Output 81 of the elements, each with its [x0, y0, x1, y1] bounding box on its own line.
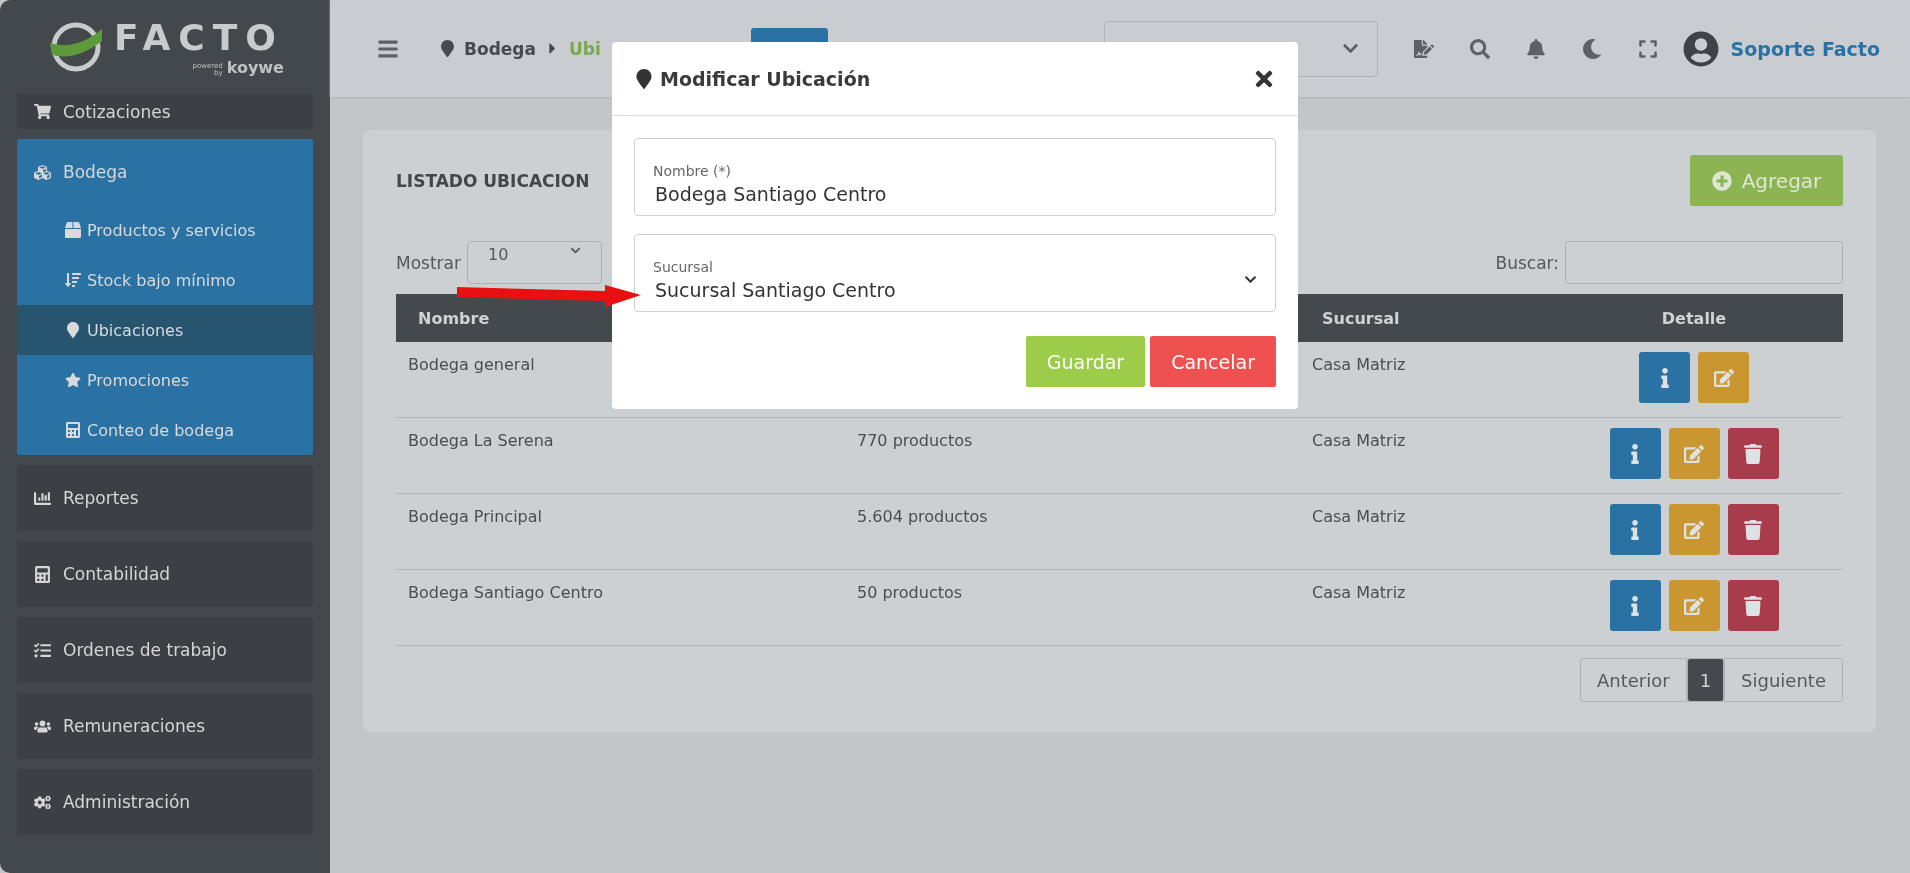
logo-text: FACTO: [114, 17, 284, 58]
edit-button[interactable]: [1668, 504, 1720, 555]
sidebar-subitem[interactable]: Conteo de bodega: [17, 405, 313, 455]
sidebar-icon: [34, 565, 51, 583]
edit-icon: [1684, 443, 1704, 464]
sidebar-icon: [34, 163, 51, 181]
page-size-select[interactable]: 10: [467, 241, 602, 284]
table-cell-text: 5.604 productos: [856, 506, 989, 526]
modal-title: Modificar Ubicación: [660, 67, 871, 90]
table-cell-text: Casa Matriz: [1311, 582, 1407, 602]
edit-icon: [1713, 367, 1734, 388]
info-button[interactable]: [1609, 580, 1661, 631]
edit-icon: [1684, 519, 1704, 540]
table-cell-text: 770 productos: [856, 430, 974, 450]
sidebar-item[interactable]: Contabilidad: [17, 541, 313, 607]
info-button[interactable]: [1609, 428, 1661, 479]
sidebar-item[interactable]: Ordenes de trabajo: [17, 617, 313, 683]
delete-button[interactable]: [1727, 580, 1779, 631]
sidebar-icon: [34, 103, 51, 120]
sidebar-icon: [34, 793, 51, 811]
table-cell-text: Bodega La Serena: [407, 430, 555, 450]
sidebar-item[interactable]: Administración: [17, 769, 313, 835]
user-name[interactable]: Soporte Facto: [1730, 37, 1880, 60]
sidebar-icon: [65, 322, 81, 338]
card-title: LISTADO UBICACION: [396, 170, 590, 191]
location-icon: [439, 40, 456, 57]
delete-button[interactable]: [1727, 504, 1779, 555]
select-field[interactable]: Sucursal Sucursal Santiago Centro: [634, 234, 1276, 312]
next-button[interactable]: Siguiente: [1724, 658, 1843, 702]
moon-icon[interactable]: [1581, 38, 1602, 59]
plus-icon: [1711, 170, 1732, 191]
edit-button[interactable]: [1668, 428, 1720, 479]
chevron-icon: [570, 245, 581, 256]
fullscreen-icon[interactable]: [1637, 38, 1658, 59]
chevron-icon: [1244, 273, 1257, 286]
trash-icon: [1743, 595, 1763, 616]
show-label: Mostrar: [396, 252, 461, 273]
trash-icon: [1743, 519, 1763, 540]
brand-text: koywe: [226, 58, 284, 77]
edit-button[interactable]: [1698, 352, 1749, 403]
table-cell-text: Casa Matriz: [1311, 430, 1407, 450]
input-field[interactable]: Nombre (*) Bodega Santiago Centro: [634, 138, 1276, 216]
sidebar-subitem[interactable]: Productos y servicios: [17, 205, 313, 255]
edit-icon: [1684, 595, 1704, 616]
breadcrumb-link[interactable]: Bodega: [464, 38, 536, 59]
info-button[interactable]: [1639, 352, 1690, 403]
sidebar-item[interactable]: Remuneraciones: [17, 693, 313, 759]
column-header[interactable]: Detalle: [1545, 308, 1843, 328]
cancel-button[interactable]: Cancelar: [1150, 336, 1276, 387]
sidebar-icon: [34, 641, 51, 659]
document-edit-icon[interactable]: [1413, 38, 1434, 59]
page-button[interactable]: 1: [1686, 658, 1725, 702]
sidebar-icon: [65, 372, 81, 388]
table-cell-text: Bodega Principal: [407, 506, 543, 526]
sidebar-subitem[interactable]: Ubicaciones: [17, 305, 313, 355]
search-icon[interactable]: [1469, 38, 1490, 59]
table-cell-text: Bodega general: [407, 354, 536, 374]
delete-button[interactable]: [1727, 428, 1779, 479]
sidebar-subitem[interactable]: Stock bajo mínimo: [17, 255, 313, 305]
table-cell-text: Casa Matriz: [1311, 354, 1407, 374]
sidebar-icon: [34, 489, 51, 507]
avatar-icon[interactable]: [1682, 30, 1719, 67]
sidebar-icon: [65, 422, 81, 438]
location-icon: [634, 68, 654, 89]
edit-button[interactable]: [1668, 580, 1720, 631]
search-label: Buscar:: [1495, 252, 1559, 273]
sidebar-item[interactable]: Bodega: [17, 139, 313, 205]
bell-icon[interactable]: [1525, 38, 1546, 59]
search-field[interactable]: [1565, 241, 1843, 284]
sidebar-item[interactable]: Reportes: [17, 465, 313, 531]
table-cell-text: Casa Matriz: [1311, 506, 1407, 526]
trash-icon: [1743, 443, 1763, 464]
info-button[interactable]: [1609, 504, 1661, 555]
column-header[interactable]: Sucursal: [1300, 308, 1545, 328]
sidebar-item[interactable]: Cotizaciones: [17, 94, 313, 129]
sidebar-icon: [65, 222, 81, 238]
table-cell-text: 50 productos: [856, 582, 964, 602]
sidebar-subitem[interactable]: Promociones: [17, 355, 313, 405]
previous-button[interactable]: Anterior: [1580, 658, 1687, 702]
table-cell-text: Bodega Santiago Centro: [407, 582, 604, 602]
sidebar-icon: [65, 272, 81, 288]
